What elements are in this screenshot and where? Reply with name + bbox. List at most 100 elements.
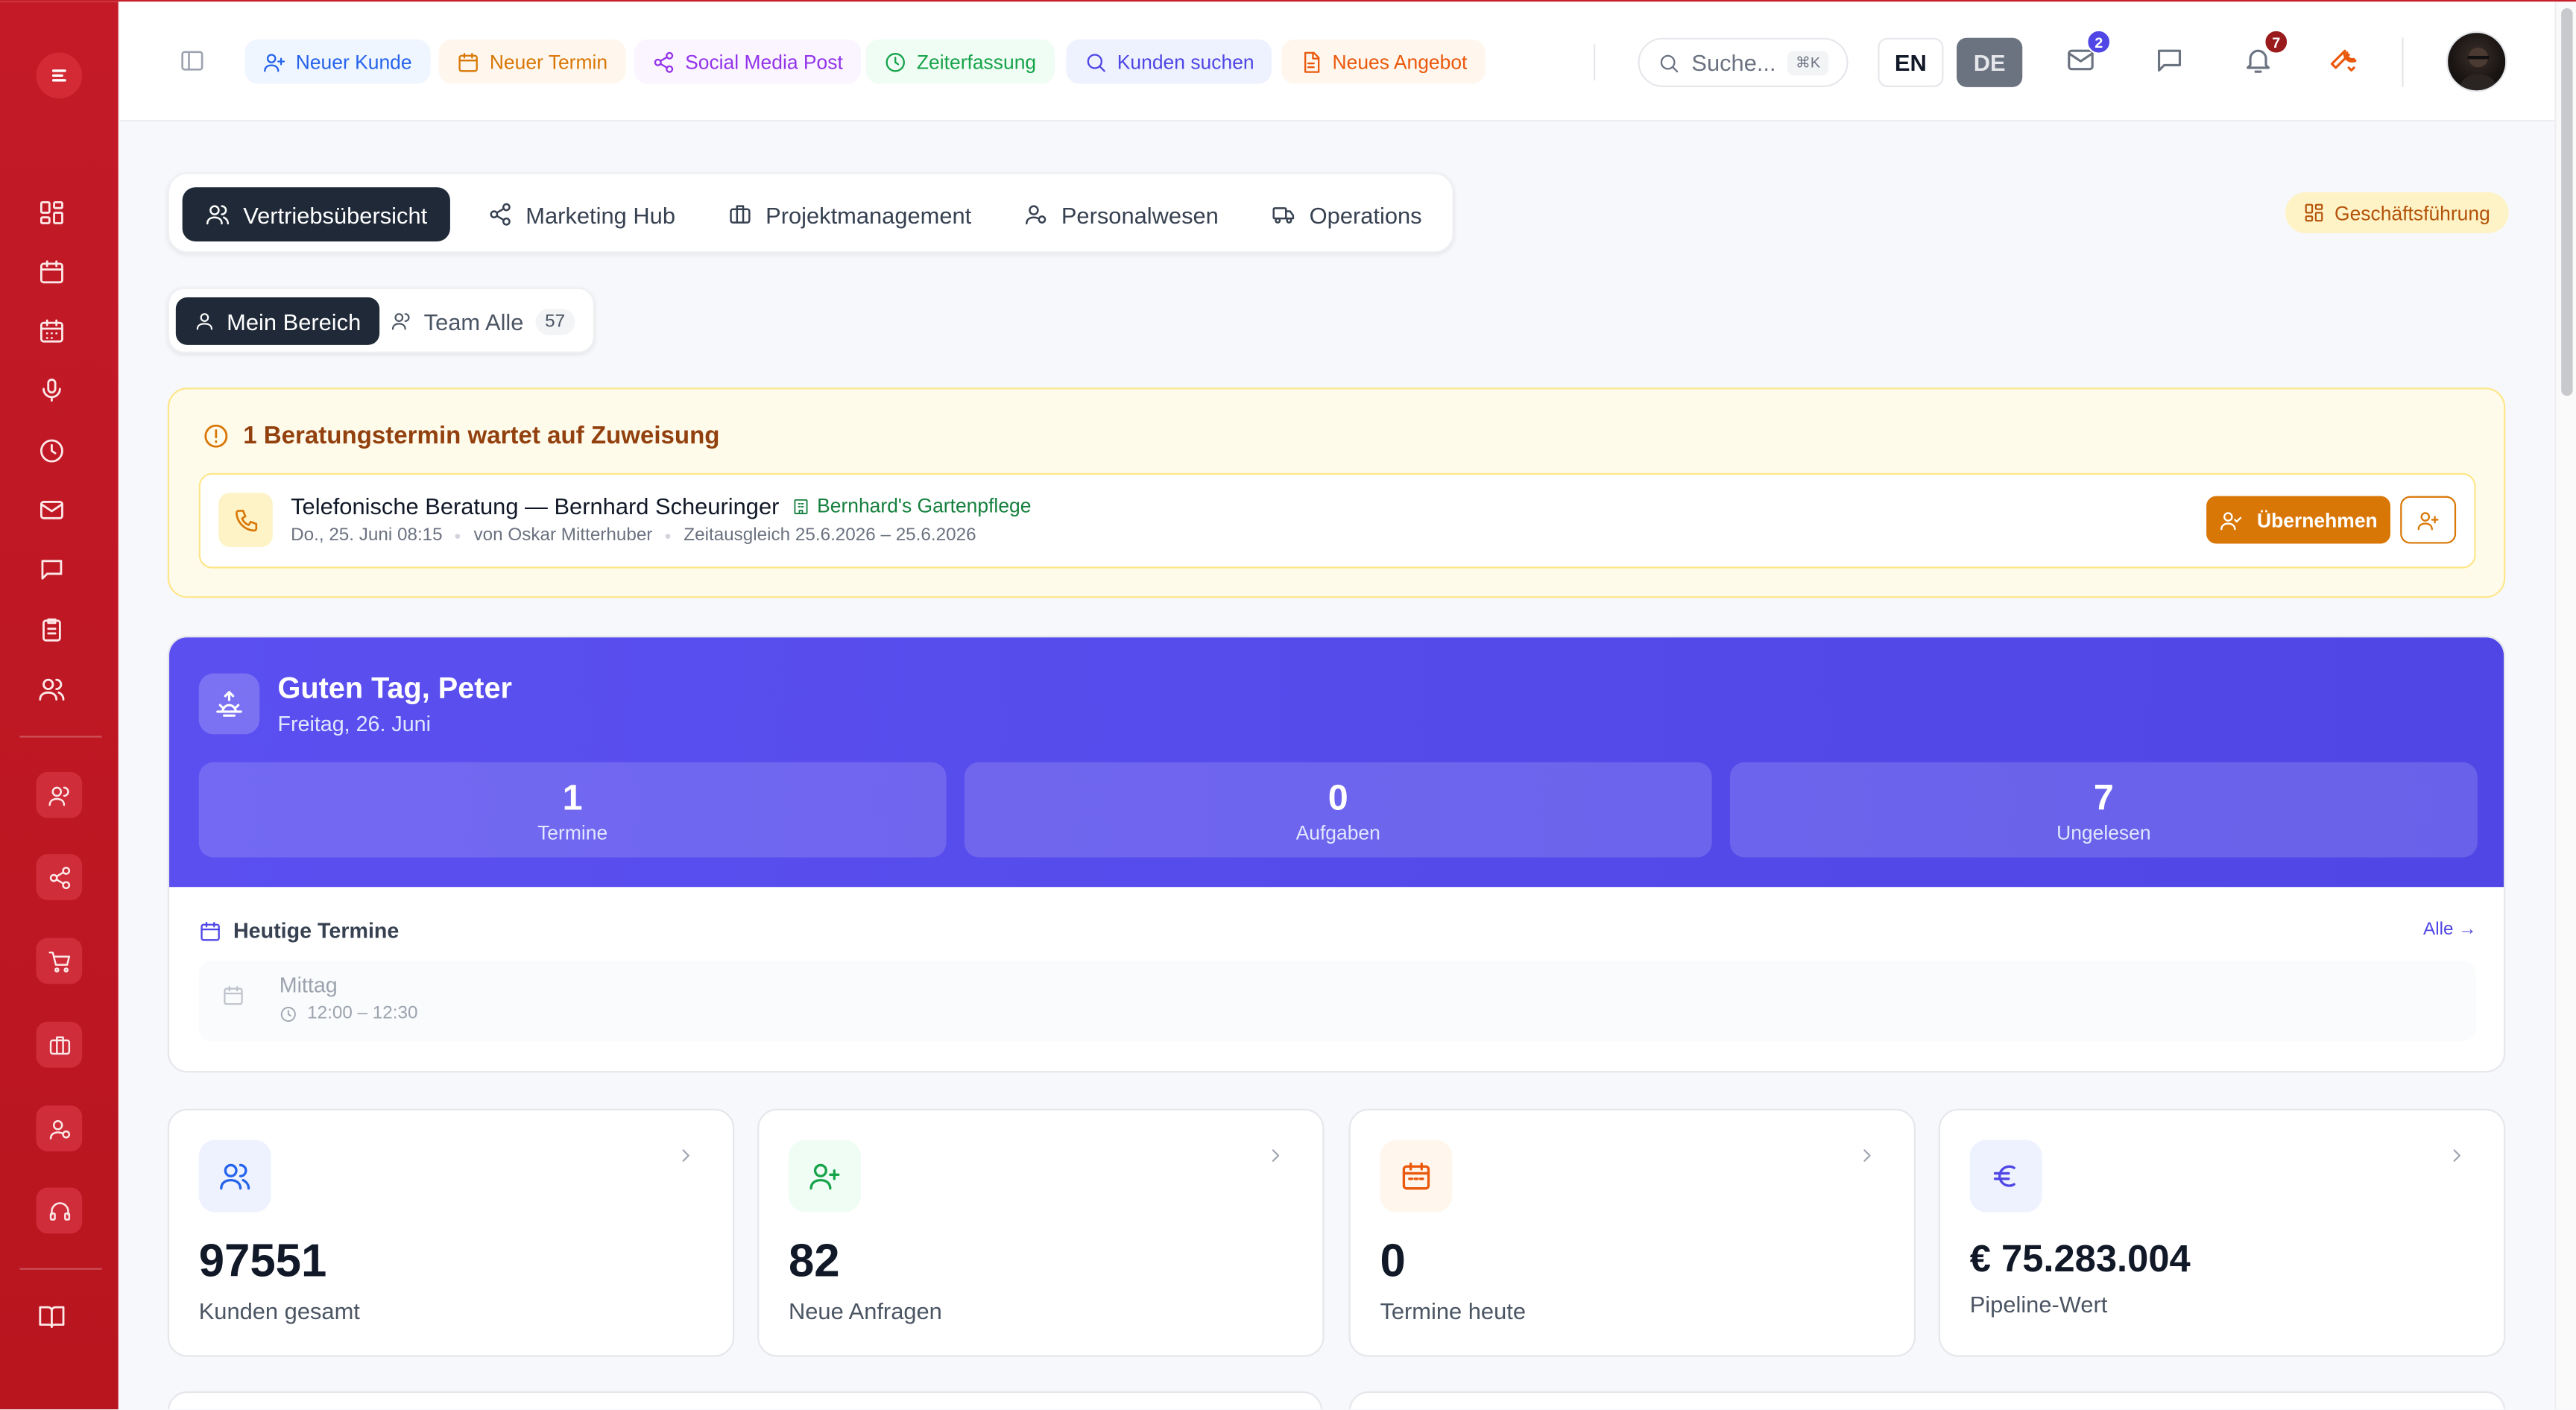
global-search-input[interactable]: Suche... ⌘K	[1638, 37, 1849, 87]
topbar-divider	[1593, 44, 1596, 81]
quick-action-search-customers[interactable]: Kunden suchen	[1066, 39, 1272, 84]
quick-action-time-tracking[interactable]: Zeiterfassung	[865, 39, 1055, 84]
role-badge[interactable]: Geschäftsführung	[2285, 192, 2509, 233]
search-placeholder: Suche...	[1691, 49, 1776, 76]
share-icon	[490, 203, 511, 226]
tab-sales-overview[interactable]: Vertriebsübersicht	[182, 187, 451, 242]
kpi-value: 0	[1380, 1235, 1406, 1286]
user-settings-icon	[1026, 205, 1046, 225]
tab-my-area[interactable]: Mein Bereich	[175, 297, 379, 345]
calendar-grid-icon[interactable]	[33, 312, 69, 348]
appointment-title: Mittag	[279, 972, 338, 997]
kpi-total-customers[interactable]: 97551 Kunden gesamt	[167, 1108, 735, 1357]
company-link[interactable]: Bernhard's Gartenpflege	[792, 494, 1031, 517]
team-icon[interactable]	[36, 771, 83, 818]
headset-icon[interactable]	[36, 1187, 83, 1234]
document-icon	[1304, 51, 1320, 72]
euro-icon	[1969, 1139, 2042, 1213]
messages-button[interactable]	[2154, 45, 2185, 76]
appointment-time-text: 12:00 – 12:30	[307, 1003, 418, 1024]
tab-label: Personalwesen	[1061, 201, 1219, 228]
calendar-icon	[201, 920, 220, 940]
briefcase-icon[interactable]	[36, 1021, 83, 1068]
clipboard-icon[interactable]	[33, 611, 69, 647]
app-logo[interactable]	[36, 52, 83, 99]
stat-value: 0	[1328, 777, 1348, 818]
quick-action-new-appointment[interactable]: Neuer Termin	[438, 39, 626, 84]
cart-icon[interactable]	[36, 938, 83, 984]
users-icon	[206, 205, 230, 225]
sunrise-icon	[198, 673, 260, 735]
dashboard-icon[interactable]	[33, 194, 69, 230]
content-card-left	[167, 1391, 1323, 1410]
users-icon	[391, 313, 410, 330]
chevron-right-icon	[2446, 1145, 2468, 1166]
mail-button[interactable]: 2	[2065, 29, 2112, 76]
today-appointments-heading: Heutige Termine	[199, 918, 400, 943]
appointment-item[interactable]: Mittag 12:00 – 12:30	[198, 961, 2476, 1042]
tools-button[interactable]	[2328, 45, 2359, 76]
user-settings-icon[interactable]	[36, 1105, 83, 1152]
quick-action-new-customer[interactable]: Neuer Kunde	[244, 39, 430, 84]
assign-user-button[interactable]	[2400, 496, 2457, 544]
user-check-icon	[2220, 511, 2241, 530]
stat-appointments[interactable]: 1 Termine	[198, 762, 947, 858]
user-avatar[interactable]	[2446, 31, 2507, 92]
company-name: Bernhard's Gartenpflege	[817, 494, 1032, 518]
book-icon[interactable]	[33, 1297, 69, 1333]
take-over-button[interactable]: Übernehmen	[2206, 496, 2390, 544]
kpi-new-requests[interactable]: 82 Neue Anfragen	[757, 1108, 1325, 1357]
mail-icon[interactable]	[33, 491, 69, 527]
stat-label: Termine	[537, 821, 608, 844]
calendar-icon	[222, 984, 245, 1007]
quick-action-social-post[interactable]: Social Media Post	[634, 39, 862, 84]
greeting-title: Guten Tag, Peter	[277, 671, 513, 705]
quick-action-label: Kunden suchen	[1117, 50, 1254, 74]
tab-operations[interactable]: Operations	[1248, 187, 1445, 241]
stat-tasks[interactable]: 0 Aufgaben	[964, 762, 1712, 858]
notifications-button[interactable]: 7	[2243, 29, 2289, 76]
all-appointments-link[interactable]: Alle →	[2423, 920, 2476, 939]
user-plus-icon	[788, 1139, 861, 1213]
tab-personnel[interactable]: Personalwesen	[1000, 187, 1241, 241]
chevron-right-icon	[675, 1145, 697, 1166]
tab-project-management[interactable]: Projektmanagement	[705, 187, 995, 241]
main-tabs: Vertriebsübersicht Marketing Hub Projekt…	[167, 172, 1454, 253]
page-scrollbar[interactable]	[2554, 1, 2576, 1410]
share-icon	[654, 51, 674, 72]
kpi-appointments-today[interactable]: 0 Termine heute	[1348, 1108, 1916, 1357]
appointment-date: Do., 25. Juni 08:15	[291, 525, 443, 546]
microphone-icon[interactable]	[33, 371, 69, 407]
tab-team-all[interactable]: Team Alle 57	[373, 297, 593, 345]
scrollbar-thumb[interactable]	[2561, 8, 2573, 396]
tab-label: Projektmanagement	[765, 201, 972, 228]
chat-icon[interactable]	[33, 550, 69, 586]
quick-action-new-offer[interactable]: Neues Angebot	[1281, 39, 1486, 84]
team-count-badge: 57	[534, 308, 575, 335]
kpi-label: Termine heute	[1380, 1297, 1526, 1324]
users-icon	[198, 1139, 271, 1213]
role-badge-label: Geschäftsführung	[2334, 201, 2490, 224]
today-title: Heutige Termine	[233, 918, 400, 943]
kpi-pipeline-value[interactable]: € 75.283.004 Pipeline-Wert	[1938, 1108, 2506, 1357]
users-icon[interactable]	[33, 670, 69, 706]
tab-label: Operations	[1309, 201, 1422, 228]
sidebar	[0, 1, 119, 1410]
stat-unread[interactable]: 7 Ungelesen	[1729, 762, 2478, 858]
sidebar-toggle-icon[interactable]	[179, 48, 205, 74]
pending-appointment-card[interactable]: Telefonische Beratung — Bernhard Scheuri…	[198, 472, 2476, 569]
language-en-button[interactable]: EN	[1878, 37, 1944, 87]
grid-icon	[2305, 203, 2323, 222]
calendar-icon[interactable]	[33, 253, 69, 288]
tab-marketing-hub[interactable]: Marketing Hub	[465, 187, 698, 241]
tab-label: Marketing Hub	[525, 201, 675, 228]
quick-action-label: Social Media Post	[685, 50, 843, 74]
truck-icon	[1272, 207, 1295, 224]
separator-dot	[666, 533, 671, 538]
kpi-label: Pipeline-Wert	[1969, 1291, 2108, 1318]
clock-icon[interactable]	[33, 432, 69, 468]
briefcase-icon	[730, 205, 751, 224]
share-icon[interactable]	[36, 854, 83, 900]
language-de-button[interactable]: DE	[1957, 37, 2023, 87]
tab-label: Vertriebsübersicht	[243, 201, 428, 228]
